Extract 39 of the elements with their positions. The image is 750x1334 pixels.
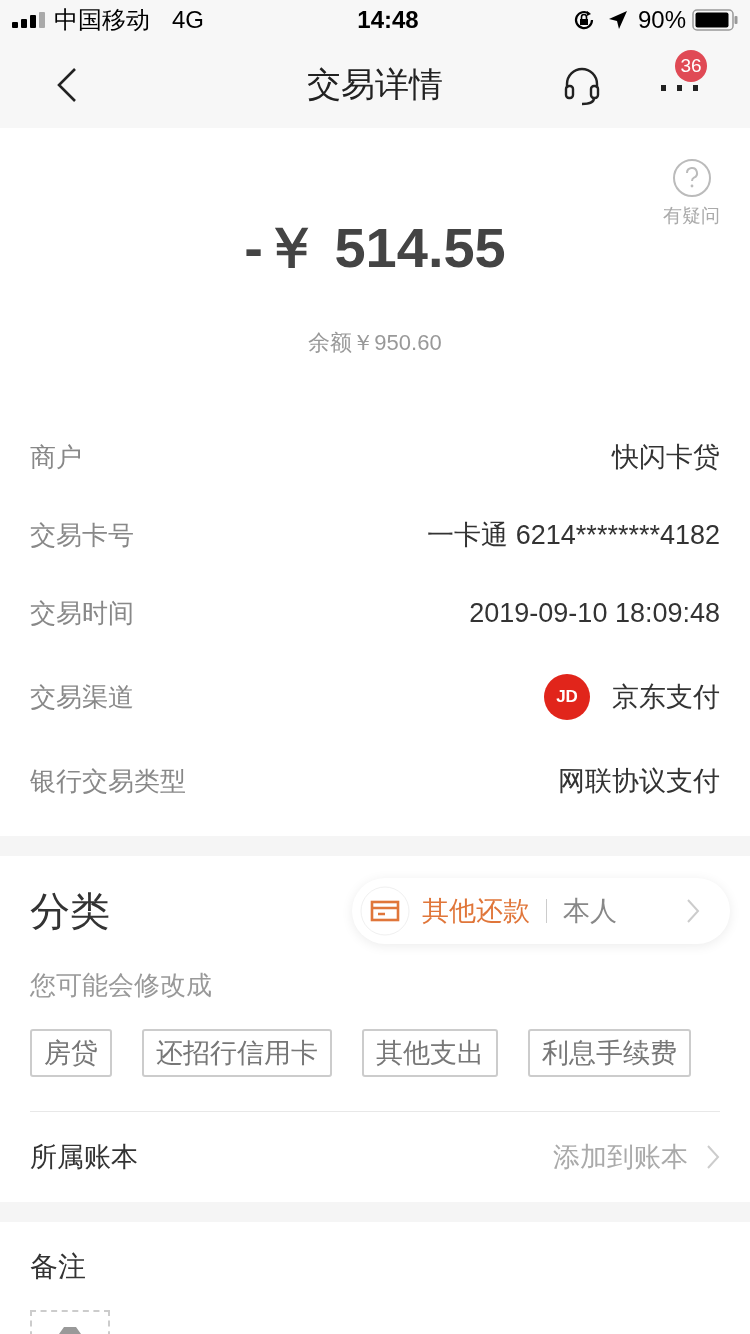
chevron-right-icon — [706, 1144, 720, 1170]
detail-label: 商户 — [30, 440, 82, 474]
add-to-ledger-link[interactable]: 添加到账本 — [553, 1136, 720, 1178]
note-title: 备注 — [30, 1251, 86, 1282]
location-arrow-icon — [607, 10, 628, 30]
chevron-right-icon — [686, 898, 700, 924]
page-title: 交易详情 — [307, 63, 443, 105]
detail-label: 交易渠道 — [30, 680, 134, 714]
detail-value: 2019-09-10 18:09:48 — [469, 596, 720, 630]
ledger-label: 所属账本 — [30, 1140, 138, 1174]
category-picker[interactable]: 其他还款 本人 — [352, 878, 730, 944]
category-tag[interactable]: 其他支出 — [362, 1029, 498, 1077]
help-label[interactable]: 有疑问 — [663, 202, 720, 231]
detail-label: 交易时间 — [30, 596, 134, 630]
detail-label: 交易卡号 — [30, 518, 134, 552]
category-tag[interactable]: 还招行信用卡 — [142, 1029, 332, 1077]
category-tag[interactable]: 利息手续费 — [528, 1029, 691, 1077]
category-tag[interactable]: 房贷 — [30, 1029, 112, 1077]
headset-icon[interactable] — [563, 66, 601, 106]
card-icon — [360, 886, 410, 936]
channel-logo: JD — [544, 674, 590, 720]
detail-value: 京东支付 — [612, 680, 720, 714]
balance-text: 余额￥950.60 — [308, 329, 442, 357]
section-title: 分类 — [30, 888, 110, 935]
network-text: 4G — [172, 5, 204, 35]
detail-label: 银行交易类型 — [30, 764, 186, 798]
suggestion-hint: 您可能会修改成 — [30, 969, 213, 1002]
more-icon[interactable] — [661, 85, 699, 91]
detail-value: 快闪卡贷 — [612, 440, 720, 474]
notification-badge: 36 — [675, 50, 707, 82]
back-icon[interactable] — [56, 67, 78, 103]
battery-icon — [692, 9, 738, 31]
battery-percent-text: 90% — [637, 5, 686, 35]
clock-text: 14:48 — [357, 5, 419, 35]
carrier-text: 中国移动 — [54, 5, 150, 35]
signal-icon — [12, 12, 48, 28]
amount-text: -￥ 514.55 — [244, 220, 506, 276]
detail-value: 网联协议支付 — [558, 764, 720, 798]
detail-value: 一卡通 6214********4182 — [427, 518, 720, 552]
